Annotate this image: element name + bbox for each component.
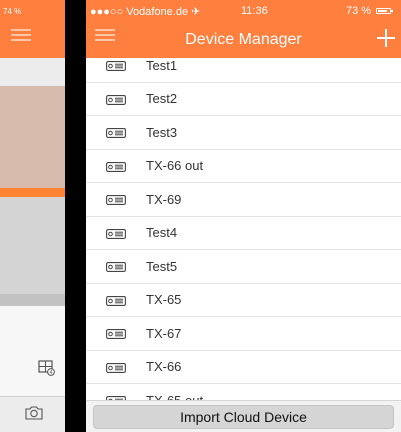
plus-icon[interactable]	[377, 29, 395, 47]
device-icon	[106, 295, 126, 306]
video-preview[interactable]	[0, 86, 65, 188]
device-list-item[interactable]: Test5	[86, 250, 401, 284]
device-icon	[106, 195, 126, 205]
device-icon	[106, 61, 126, 71]
camera-icon[interactable]	[25, 405, 43, 420]
status-bar: 74 %	[0, 0, 65, 18]
navbar	[0, 18, 65, 58]
svg-text:4: 4	[50, 370, 53, 376]
panel	[0, 306, 65, 396]
menu-icon[interactable]	[11, 29, 31, 45]
device-label: Test5	[146, 258, 178, 274]
device-label: TX-67	[146, 325, 182, 341]
device-icon	[106, 262, 126, 272]
device-icon	[106, 161, 126, 172]
device-icon	[106, 362, 126, 373]
device-label: TX-69	[146, 191, 182, 207]
device-icon	[106, 94, 126, 105]
device-list-item[interactable]: TX-67	[86, 317, 401, 351]
device-label: Test2	[146, 91, 178, 107]
device-list-item[interactable]: Test2	[86, 82, 401, 116]
device-label: Test3	[146, 124, 178, 140]
page-title: Device Manager	[185, 31, 302, 48]
device-list-item[interactable]: Test4	[86, 216, 401, 250]
import-toolbar: Import Cloud Device	[86, 400, 401, 432]
device-list: Test1 Test2 Test3 TX-66 out TX-69 Test4 Test5 T…	[86, 49, 401, 418]
device-icon	[106, 128, 126, 138]
battery-icon	[376, 8, 393, 14]
device-list-item[interactable]: TX-66 out	[86, 149, 401, 183]
clock: 11:36	[241, 5, 268, 17]
background-app-screen: 74 % 4	[0, 0, 65, 432]
device-label: Test1	[146, 57, 178, 73]
carrier-signal: ●●●○○ Vodafone.de ✈︎	[90, 6, 201, 18]
device-label: Test4	[146, 225, 178, 241]
video-preview[interactable]	[0, 197, 65, 294]
battery-percent: 74 %	[3, 6, 22, 16]
device-list-item[interactable]: TX-69	[86, 183, 401, 217]
device-label: TX-66 out	[146, 158, 204, 174]
device-list-item[interactable]: TX-65	[86, 283, 401, 317]
battery-percent: 73 %	[346, 5, 372, 17]
divider	[0, 294, 65, 306]
selection-bar	[0, 188, 65, 197]
import-cloud-device-button[interactable]: Import Cloud Device	[93, 405, 394, 429]
device-manager-screen: Test1 Test2 Test3 TX-66 out TX-69 Test4 Test5 T…	[86, 0, 401, 432]
device-list-item[interactable]: Test3	[86, 116, 401, 150]
device-icon	[106, 329, 126, 339]
device-icon	[106, 228, 126, 239]
multi-view-grid-icon[interactable]: 4	[38, 360, 56, 376]
device-label: TX-65	[146, 292, 182, 308]
status-bar: ●●●○○ Vodafone.de ✈︎ 11:36 73 %	[86, 0, 401, 22]
device-label: TX-66	[146, 359, 182, 375]
device-list-item[interactable]: TX-66	[86, 350, 401, 384]
panel	[0, 58, 65, 86]
navbar: Device Manager	[86, 22, 401, 58]
